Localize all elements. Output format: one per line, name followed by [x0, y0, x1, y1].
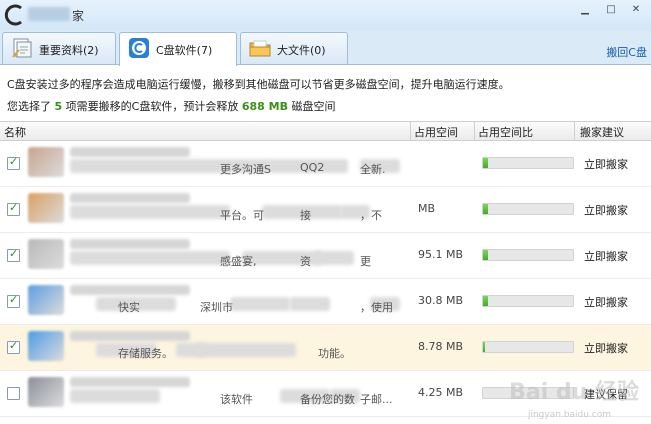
usage-ratio-fill — [483, 204, 488, 214]
size-value: 8.78 MB — [418, 340, 464, 353]
watermark-url: jingyan.baidu.com — [527, 410, 611, 420]
column-suggestion[interactable]: 搬家建议 — [580, 124, 624, 140]
app-icon — [28, 377, 64, 407]
size-value: 4.25 MB — [418, 386, 464, 399]
app-description: 平台。可 — [220, 209, 264, 222]
desc-redacted — [70, 251, 230, 265]
app-icon — [28, 239, 64, 269]
row-checkbox[interactable] — [7, 387, 20, 400]
app-logo-icon — [4, 4, 22, 26]
info-description: C盘安装过多的程序会造成电脑运行缓慢，搬移到其他磁盘可以节省更多磁盘空间，提升电… — [7, 78, 510, 91]
maximize-icon[interactable]: □ — [602, 3, 620, 17]
usage-ratio-fill — [483, 250, 488, 260]
desc-redacted — [290, 297, 330, 311]
window-title: 家 — [72, 9, 85, 23]
baidu-watermark: Bai du 经验 — [509, 380, 639, 405]
app-name-redacted — [70, 147, 190, 157]
desc-redacted — [196, 343, 296, 357]
desc-redacted — [314, 251, 354, 265]
app-description-part: 接 — [300, 209, 311, 222]
move-action-link[interactable]: 立即搬家 — [584, 156, 628, 172]
usage-ratio-fill — [483, 296, 488, 306]
usage-ratio-fill — [483, 342, 485, 352]
app-name-redacted — [70, 377, 190, 387]
column-ratio[interactable]: 占用空间比 — [478, 124, 533, 140]
app-icon — [28, 147, 64, 177]
move-action-link[interactable]: 立即搬家 — [584, 340, 628, 356]
usage-ratio-bar — [482, 341, 574, 353]
table-row[interactable]: 感盛宴, 资 更 95.1 MB 立即搬家 — [0, 233, 651, 279]
table-row[interactable]: 存储服务。 功能。 8.78 MB 立即搬家 — [0, 325, 651, 371]
window-menu-icon[interactable]: ▁ — [576, 3, 594, 17]
table-row[interactable]: 平台。可 接 ，不 MB 立即搬家 — [0, 187, 651, 233]
table-row[interactable]: 快实 深圳市 ，使用 30.8 MB 立即搬家 — [0, 279, 651, 325]
tab-label: C盘软件(7) — [156, 44, 213, 57]
document-stack-icon — [12, 38, 32, 58]
tab-large-files[interactable]: 大文件(0) — [240, 32, 348, 64]
app-icon — [28, 193, 64, 223]
tab-label: 重要资料(2) — [39, 44, 99, 57]
app-description: 感盛宴, — [220, 255, 257, 268]
row-checkbox[interactable] — [7, 155, 20, 170]
tab-c-drive-software[interactable]: C盘软件(7) — [119, 32, 237, 66]
row-checkbox[interactable] — [7, 339, 20, 354]
selected-count: 5 — [54, 100, 63, 113]
app-description-end: ，不 — [360, 209, 382, 222]
app-description-part: 备份您的数 — [300, 393, 355, 406]
table-header: 名称 占用空间 占用空间比 搬家建议 — [0, 121, 651, 141]
app-description-end: 子邮... — [360, 393, 393, 406]
usage-ratio-bar — [482, 295, 574, 307]
tab-label: 大文件(0) — [277, 44, 326, 57]
app-description-part: 深圳市 — [200, 301, 233, 314]
usage-ratio-bar — [482, 249, 574, 261]
size-value: 95.1 MB — [418, 248, 464, 261]
selection-summary: 您选择了 5 项需要搬移的C盘软件，预计会释放 688 MB 磁盘空间 — [7, 100, 336, 113]
column-size[interactable]: 占用空间 — [414, 124, 458, 140]
size-value: MB — [418, 202, 436, 215]
desc-redacted — [70, 205, 230, 219]
c-drive-icon — [129, 38, 149, 58]
app-name-redacted — [70, 285, 190, 295]
desc-redacted — [230, 297, 290, 311]
app-name-redacted — [70, 331, 190, 341]
app-description-end: ，使用 — [360, 301, 393, 314]
tab-strip: 重要资料(2) C盘软件(7) 大文件(0) 搬回C盘 — [0, 30, 651, 66]
app-description-part: QQ2 — [300, 161, 325, 174]
close-icon[interactable]: ✕ — [627, 3, 645, 17]
tab-important-data[interactable]: 重要资料(2) — [2, 32, 116, 64]
app-description: 更多沟通S — [220, 163, 271, 176]
desc-redacted — [70, 389, 160, 403]
move-action-link[interactable]: 立即搬家 — [584, 248, 628, 264]
app-name-redacted — [70, 239, 190, 249]
row-checkbox[interactable] — [7, 201, 20, 216]
row-checkbox[interactable] — [7, 247, 20, 262]
app-icon — [28, 285, 64, 315]
row-checkbox[interactable] — [7, 293, 20, 308]
title-bar: 家 ▁ □ ✕ — [0, 0, 651, 30]
app-description-part: 资 — [300, 255, 311, 268]
app-description-end: 更 — [360, 255, 371, 268]
app-name-redacted — [70, 193, 190, 203]
move-action-link[interactable]: 立即搬家 — [584, 294, 628, 310]
size-value: 30.8 MB — [418, 294, 464, 307]
app-description: 该软件 — [220, 393, 253, 406]
usage-ratio-fill — [483, 158, 488, 168]
column-name[interactable]: 名称 — [4, 124, 26, 140]
usage-ratio-bar — [482, 157, 574, 169]
usage-ratio-bar — [482, 203, 574, 215]
table-row[interactable]: 更多沟通S QQ2 全新. 立即搬家 — [0, 141, 651, 187]
app-icon — [28, 331, 64, 361]
app-description-end: 功能。 — [318, 347, 351, 360]
move-back-to-c-link[interactable]: 搬回C盘 — [606, 44, 647, 60]
title-redacted — [28, 7, 70, 21]
move-action-link[interactable]: 立即搬家 — [584, 202, 628, 218]
folder-icon — [249, 40, 271, 57]
app-description: 快实 — [118, 301, 140, 314]
app-description: 存储服务。 — [118, 347, 173, 360]
app-description-end: 全新. — [360, 163, 386, 176]
freed-size: 688 MB — [241, 100, 288, 113]
